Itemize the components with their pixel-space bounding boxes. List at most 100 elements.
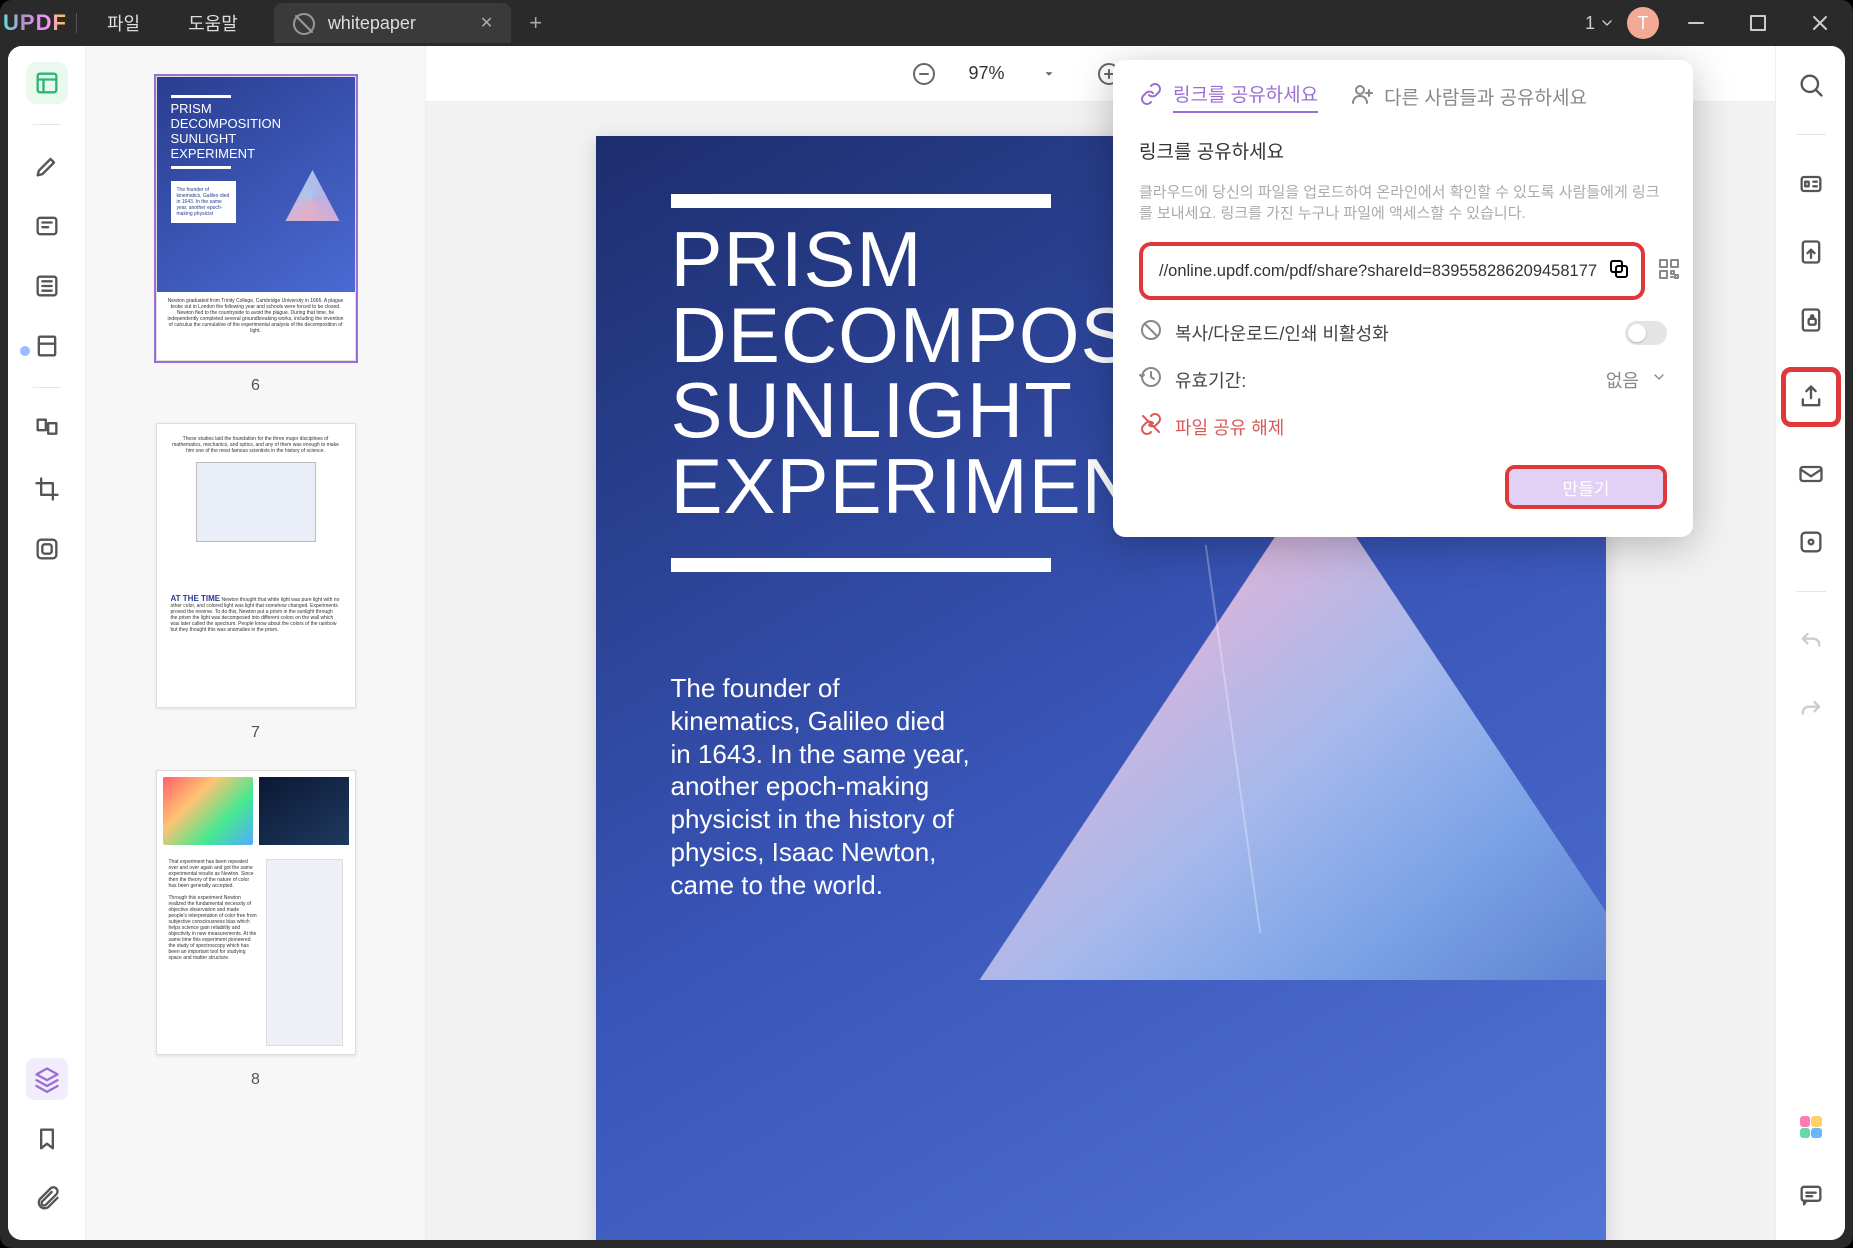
search-button[interactable] xyxy=(1790,64,1832,106)
link-icon xyxy=(1139,82,1163,112)
titlebar: UPDF 파일 도움말 whitepaper ✕ + 1 T xyxy=(0,0,1853,46)
ocr-button[interactable] xyxy=(1790,163,1832,205)
illustration-graphic xyxy=(266,859,343,1046)
expiry-option[interactable]: 유효기간: 없음 xyxy=(1139,365,1667,394)
user-plus-icon xyxy=(1350,82,1374,112)
user-avatar[interactable]: T xyxy=(1627,7,1659,39)
close-button[interactable] xyxy=(1795,0,1845,46)
ai-button[interactable] xyxy=(1790,1106,1832,1148)
add-tab-button[interactable]: + xyxy=(529,10,542,36)
close-icon[interactable]: ✕ xyxy=(480,13,493,33)
document-view: 97% PRISM DECOMPOSITION SUNLIGHT EXPERIM… xyxy=(426,46,1775,1240)
menu-help[interactable]: 도움말 xyxy=(164,10,262,36)
thumb-caption: Newton graduated from Trinity College, C… xyxy=(157,292,355,360)
unshare-label: 파일 공유 해제 xyxy=(1175,414,1284,440)
highlight-tool[interactable] xyxy=(26,145,68,187)
thumb-paragraph: That experiment has been repeated over a… xyxy=(169,859,258,889)
organize-tool[interactable] xyxy=(26,408,68,450)
right-toolbar xyxy=(1775,46,1845,1240)
tab-title: whitepaper xyxy=(328,13,416,34)
create-button-label: 만들기 xyxy=(1509,469,1663,505)
unlink-icon xyxy=(1139,412,1163,441)
disable-actions-option[interactable]: 복사/다운로드/인쇄 비활성화 xyxy=(1139,318,1667,347)
page-tool[interactable] xyxy=(26,325,68,367)
qrcode-icon[interactable] xyxy=(1657,257,1681,286)
zoom-out-button[interactable] xyxy=(908,58,940,90)
thumbnails-button[interactable] xyxy=(26,62,68,104)
page-number: 6 xyxy=(251,377,260,395)
option-label: 유효기간: xyxy=(1175,367,1246,393)
separator xyxy=(33,124,61,125)
expiry-value: 없음 xyxy=(1606,367,1639,393)
copy-icon[interactable] xyxy=(1607,257,1631,286)
share-people-tab[interactable]: 다른 사람들과 공유하세요 xyxy=(1350,82,1587,112)
prism-graphic xyxy=(966,476,1606,1036)
thumb-paragraph: Through this experiment Newton realized … xyxy=(169,895,258,961)
form-tool[interactable] xyxy=(26,265,68,307)
layers-button[interactable] xyxy=(26,1058,68,1100)
edit-text-tool[interactable] xyxy=(26,205,68,247)
unshare-button[interactable]: 파일 공유 해제 xyxy=(1139,412,1667,441)
dark-prism-graphic xyxy=(259,777,349,845)
page-number: 8 xyxy=(251,1071,260,1089)
comment-button[interactable] xyxy=(1790,1174,1832,1216)
minimize-button[interactable] xyxy=(1671,0,1721,46)
document-tab[interactable]: whitepaper ✕ xyxy=(274,3,511,43)
document-icon xyxy=(292,12,314,34)
thumb-intro: These studies laid the foundation for th… xyxy=(169,436,343,454)
share-description: 클라우드에 당신의 파일을 업로드하여 온라인에서 확인할 수 있도록 사람들에… xyxy=(1139,182,1667,224)
menu-file[interactable]: 파일 xyxy=(83,10,164,36)
toggle-switch[interactable] xyxy=(1625,321,1667,345)
share-heading: 링크를 공유하세요 xyxy=(1139,137,1667,164)
tab-count[interactable]: 1 xyxy=(1585,13,1615,34)
option-label: 복사/다운로드/인쇄 비활성화 xyxy=(1175,320,1389,346)
thumbnail-page-6[interactable]: PRISM DECOMPOSITION SUNLIGHT EXPERIMENT … xyxy=(156,76,356,361)
app-logo: UPDF xyxy=(0,10,70,36)
separator xyxy=(33,387,61,388)
export-button[interactable] xyxy=(1790,231,1832,273)
prism-graphic xyxy=(283,170,343,230)
redo-button[interactable] xyxy=(1790,688,1832,730)
rule-graphic xyxy=(671,194,1051,208)
share-button[interactable] xyxy=(1790,376,1832,418)
bookmark-button[interactable] xyxy=(26,1118,68,1160)
thumb-title: PRISM DECOMPOSITION SUNLIGHT EXPERIMENT xyxy=(171,102,341,162)
history-icon xyxy=(1139,365,1163,394)
spectrum-graphic xyxy=(163,777,253,845)
thumb-heading: AT THE TIME xyxy=(171,594,221,603)
share-url-text: //online.updf.com/pdf/share?shareId=8395… xyxy=(1159,262,1597,281)
separator xyxy=(1796,591,1826,592)
tab-label: 링크를 공유하세요 xyxy=(1173,80,1318,113)
thumb-body: Newton thought that white light was pure… xyxy=(171,597,340,633)
diagram-graphic xyxy=(196,462,316,542)
divider xyxy=(76,13,77,33)
protect-button[interactable] xyxy=(1790,299,1832,341)
indicator-dot xyxy=(20,346,30,356)
chevron-down-icon xyxy=(1651,369,1667,390)
create-button[interactable]: 만들기 xyxy=(1505,465,1667,509)
thumbnail-page-8[interactable]: That experiment has been repeated over a… xyxy=(156,770,356,1055)
thumbnail-page-7[interactable]: These studies laid the foundation for th… xyxy=(156,423,356,708)
redact-tool[interactable] xyxy=(26,528,68,570)
zoom-value: 97% xyxy=(968,63,1004,84)
share-highlight xyxy=(1781,367,1841,427)
undo-button[interactable] xyxy=(1790,620,1832,662)
thumb-box-text: The founder of kinematics, Galileo died … xyxy=(171,181,236,223)
page-number: 7 xyxy=(251,724,260,742)
separator xyxy=(1796,134,1826,135)
page-body-text: The founder of kinematics, Galileo died … xyxy=(671,672,971,901)
tab-label: 다른 사람들과 공유하세요 xyxy=(1384,83,1587,110)
email-button[interactable] xyxy=(1790,453,1832,495)
block-icon xyxy=(1139,318,1163,347)
share-url-field[interactable]: //online.updf.com/pdf/share?shareId=8395… xyxy=(1139,242,1645,300)
crop-tool[interactable] xyxy=(26,468,68,510)
zoom-dropdown[interactable] xyxy=(1033,58,1065,90)
maximize-button[interactable] xyxy=(1733,0,1783,46)
count-value: 1 xyxy=(1585,13,1595,34)
attachment-button[interactable] xyxy=(26,1178,68,1220)
share-panel: 링크를 공유하세요 다른 사람들과 공유하세요 링크를 공유하세요 클라우드에 … xyxy=(1113,60,1693,537)
thumbnail-panel: PRISM DECOMPOSITION SUNLIGHT EXPERIMENT … xyxy=(86,46,426,1240)
print-button[interactable] xyxy=(1790,521,1832,563)
left-toolbar xyxy=(8,46,86,1240)
share-link-tab[interactable]: 링크를 공유하세요 xyxy=(1139,80,1318,113)
